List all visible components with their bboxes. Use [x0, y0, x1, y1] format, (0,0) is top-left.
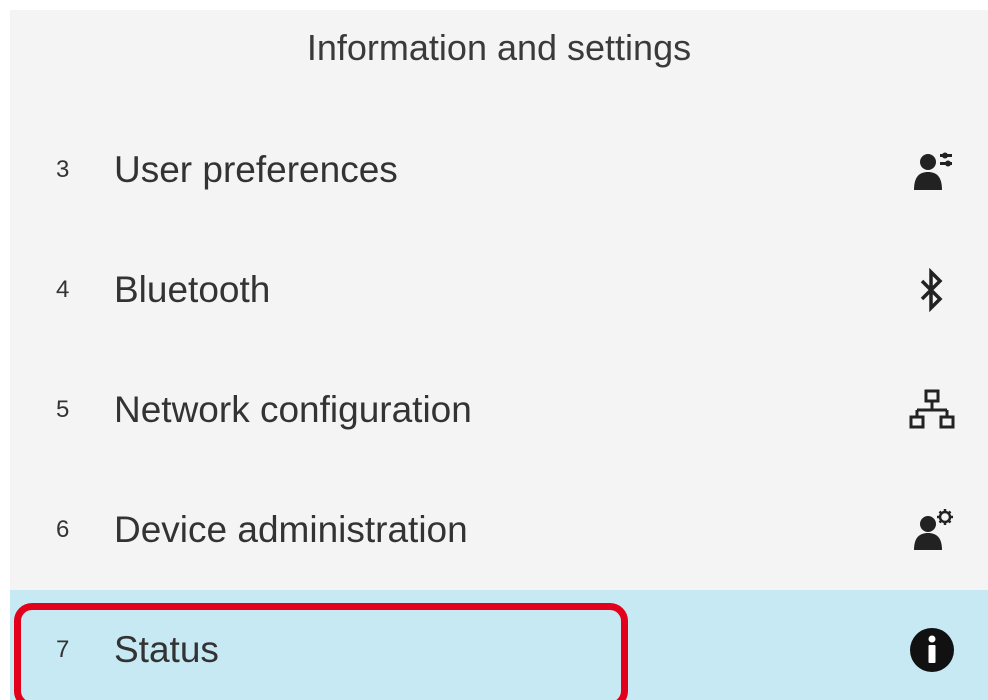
menu-item-device-administration[interactable]: 6 Device administration [10, 470, 988, 590]
menu-item-label: Status [114, 629, 219, 670]
settings-menu: 3 User preferences 4 Bluetooth 5 Network… [10, 110, 988, 700]
menu-item-number: 3 [56, 156, 70, 183]
menu-item-number: 4 [56, 276, 70, 303]
menu-item-label: User preferences [114, 149, 398, 190]
menu-item-number: 6 [56, 516, 70, 543]
bluetooth-icon [906, 264, 958, 316]
menu-item-label: Device administration [114, 509, 468, 550]
menu-item-number: 7 [56, 636, 70, 663]
menu-item-network-configuration[interactable]: 5 Network configuration [10, 350, 988, 470]
menu-item-bluetooth[interactable]: 4 Bluetooth [10, 230, 988, 350]
menu-item-user-preferences[interactable]: 3 User preferences [10, 110, 988, 230]
menu-item-number: 5 [56, 396, 70, 423]
network-icon [906, 384, 958, 436]
menu-item-label: Network configuration [114, 389, 472, 430]
page-title: Information and settings [306, 27, 692, 68]
info-icon [906, 624, 958, 676]
menu-item-label: Bluetooth [114, 269, 271, 310]
menu-item-status[interactable]: 7 Status [10, 590, 988, 700]
phone-screen: Information and settings 3 User preferen… [10, 10, 988, 700]
admin-gear-icon [906, 504, 958, 556]
user-preferences-icon [906, 144, 958, 196]
